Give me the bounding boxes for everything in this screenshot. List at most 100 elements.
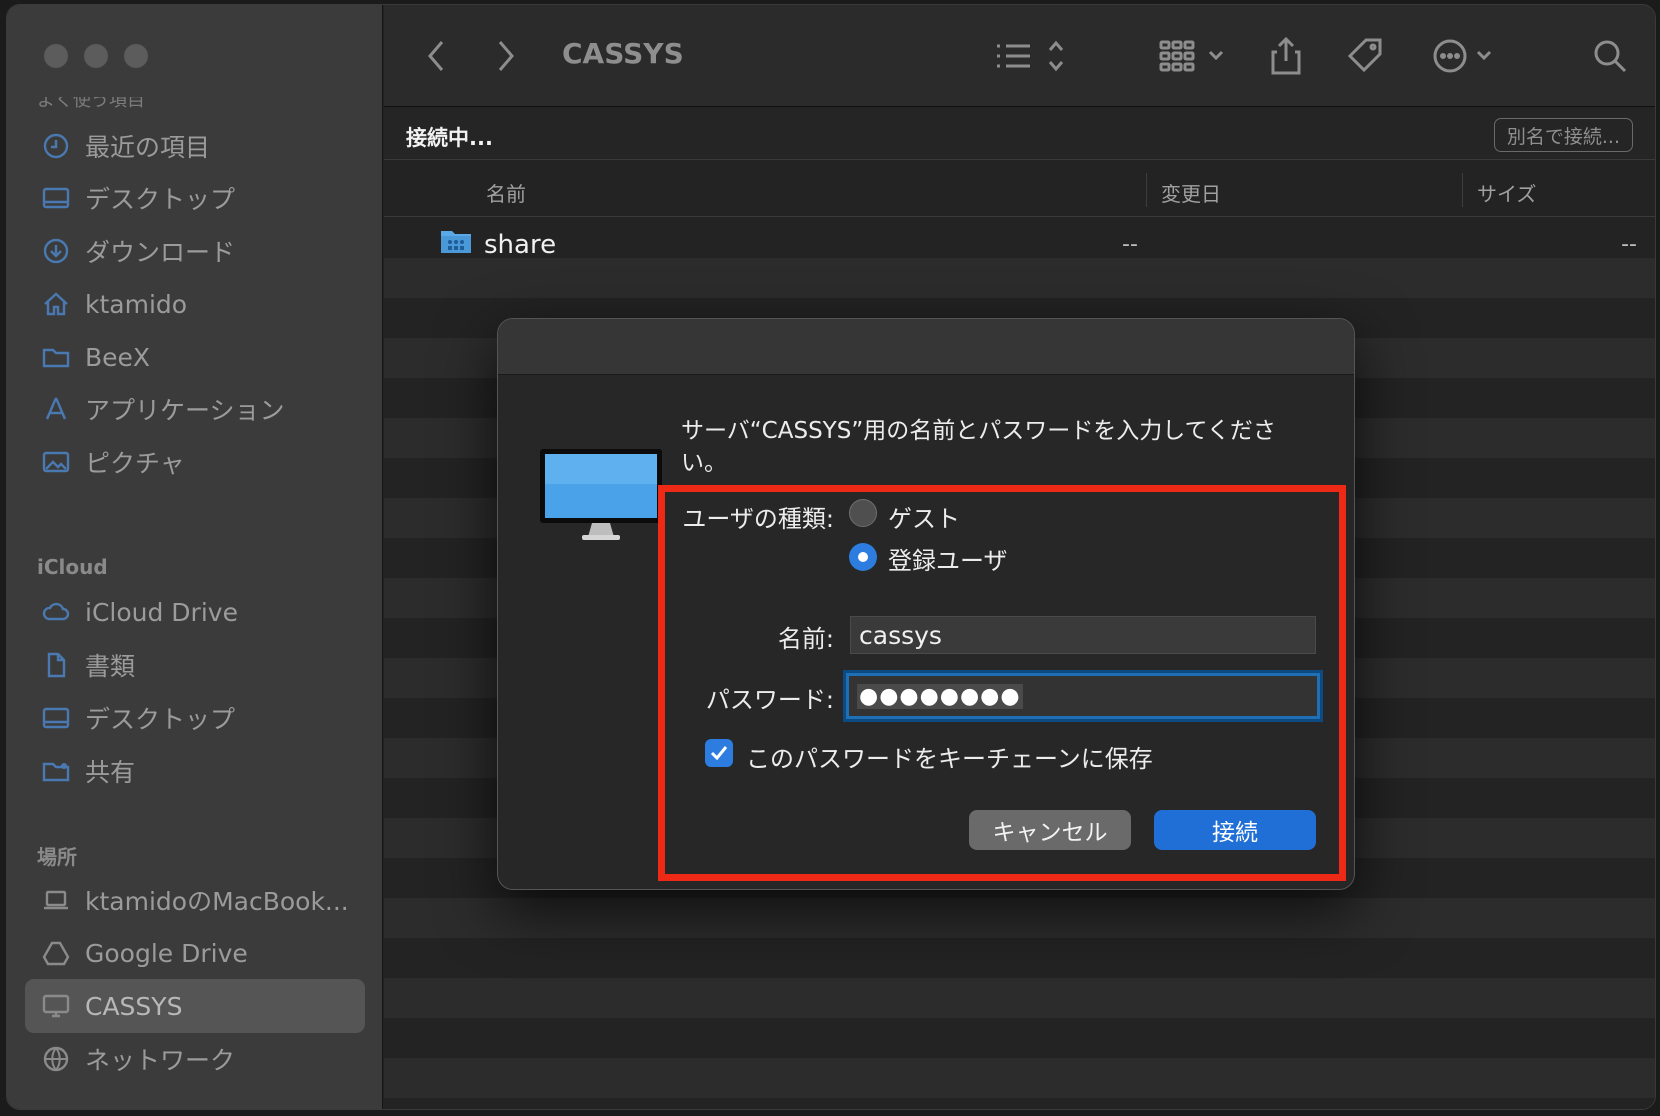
sidebar-item-label: ktamidoのMacBook...	[85, 887, 349, 916]
globe-icon	[39, 1044, 73, 1074]
minimize-window-button[interactable]	[84, 44, 108, 68]
keychain-checkbox-label: このパスワードをキーチェーンに保存	[746, 745, 1153, 773]
search-button[interactable]	[1590, 33, 1630, 79]
sidebar-item-label: 最近の項目	[85, 133, 211, 162]
sidebar-item-recents[interactable]: 最近の項目	[25, 119, 365, 173]
sidebar-item-macbook[interactable]: ktamidoのMacBook...	[25, 873, 365, 927]
tag-icon	[1347, 38, 1382, 73]
table-row[interactable]: share -- --	[384, 218, 1655, 268]
sidebar-item-icloud-desktop[interactable]: デスクトップ	[25, 691, 365, 745]
sidebar-item-shared[interactable]: 共有	[25, 744, 365, 798]
download-icon	[39, 236, 73, 266]
cancel-button[interactable]: キャンセル	[969, 810, 1131, 850]
drive-icon	[39, 938, 73, 968]
connect-as-button[interactable]: 別名で接続...	[1493, 118, 1633, 152]
guest-radio[interactable]	[849, 499, 877, 527]
sidebar-item-downloads[interactable]: ダウンロード	[25, 224, 365, 278]
sidebar-item-label: アプリケーション	[85, 396, 285, 425]
connection-status: 接続中...	[406, 126, 493, 150]
sidebar-item-label: ネットワーク	[85, 1046, 236, 1075]
sidebar-item-network[interactable]: ネットワーク	[25, 1032, 365, 1086]
keychain-checkbox[interactable]	[705, 739, 733, 767]
cloud-icon	[39, 597, 73, 627]
sidebar-item-label: BeeX	[85, 342, 151, 372]
group-button[interactable]	[1158, 33, 1228, 79]
laptop-icon	[39, 885, 73, 915]
chevron-left-icon	[428, 41, 444, 71]
sidebar-item-documents[interactable]: 書類	[25, 638, 365, 692]
desktop-icon	[39, 703, 73, 733]
registered-user-radio-label: 登録ユーザ	[888, 547, 1008, 575]
close-window-button[interactable]	[44, 44, 68, 68]
monitor-icon	[538, 447, 666, 551]
column-divider[interactable]	[1146, 173, 1147, 207]
password-field[interactable]: ●●●●●●●●	[843, 670, 1323, 722]
column-modified[interactable]: 変更日	[1161, 178, 1221, 207]
sidebar-item-desktop[interactable]: デスクトップ	[25, 171, 365, 225]
toolbar: CASSYS	[384, 5, 1655, 107]
grid-icon	[1159, 40, 1224, 72]
action-menu-button[interactable]	[1432, 33, 1502, 79]
password-label: パスワード:	[705, 686, 834, 714]
folder-icon	[39, 342, 73, 372]
dialog-titlebar	[498, 319, 1354, 375]
view-options-button[interactable]	[994, 33, 1070, 79]
connection-status-bar: 接続中... 別名で接続...	[384, 108, 1655, 160]
dialog-message: サーバ“CASSYS”用の名前とパスワードを入力してください。	[681, 418, 1276, 476]
forward-button[interactable]	[488, 33, 524, 79]
sidebar-item-cassys[interactable]: CASSYS	[25, 979, 365, 1033]
sidebar-item-home[interactable]: ktamido	[25, 277, 365, 331]
search-icon	[1594, 40, 1627, 73]
sidebar-item-icloud-drive[interactable]: iCloud Drive	[25, 585, 365, 639]
chevron-right-icon	[498, 41, 514, 71]
clock-icon	[39, 131, 73, 161]
sidebar-item-applications[interactable]: アプリケーション	[25, 382, 365, 436]
server-icon	[39, 991, 73, 1021]
document-icon	[39, 650, 73, 680]
sidebar-item-pictures[interactable]: ピクチャ	[25, 435, 365, 489]
connect-button[interactable]: 接続	[1154, 810, 1316, 850]
sidebar: よく使う項目 最近の項目 デスクトップ ダウンロード ktamido BeeX …	[7, 5, 383, 1109]
name-label: 名前:	[777, 625, 834, 653]
sidebar-section-locations-title: 場所	[37, 845, 77, 869]
column-size[interactable]: サイズ	[1477, 178, 1536, 207]
sidebar-section-favorites-title: よく使う項目	[37, 97, 145, 111]
sidebar-item-label: 共有	[85, 758, 136, 787]
sidebar-item-label: デスクトップ	[85, 185, 236, 214]
file-name: share	[484, 230, 557, 260]
tag-button[interactable]	[1346, 33, 1386, 79]
login-dialog: サーバ“CASSYS”用の名前とパスワードを入力してください。 ユーザの種類: …	[497, 318, 1355, 890]
registered-user-radio[interactable]	[849, 543, 877, 571]
sidebar-item-label: Google Drive	[85, 938, 248, 968]
share-icon	[1271, 36, 1301, 75]
back-button[interactable]	[418, 33, 454, 79]
sidebar-section-icloud-title: iCloud	[37, 555, 108, 579]
checkmark-icon	[710, 746, 728, 761]
window-title: CASSYS	[562, 37, 684, 70]
window-controls	[44, 44, 148, 68]
more-icon	[1433, 39, 1492, 73]
name-field-value: cassys	[859, 620, 942, 650]
zoom-window-button[interactable]	[124, 44, 148, 68]
sidebar-item-beex[interactable]: BeeX	[25, 330, 365, 384]
sidebar-item-label: ktamido	[85, 289, 188, 319]
share-button[interactable]	[1268, 33, 1304, 79]
guest-radio-label: ゲスト	[888, 505, 960, 533]
file-size: --	[1621, 232, 1637, 257]
home-icon	[39, 289, 73, 319]
sidebar-item-label: ピクチャ	[85, 449, 185, 478]
password-field-value: ●●●●●●●●	[857, 683, 1023, 709]
sidebar-item-label: iCloud Drive	[85, 597, 238, 627]
column-divider[interactable]	[1462, 173, 1463, 207]
pictures-icon	[39, 447, 73, 477]
sidebar-item-google-drive[interactable]: Google Drive	[25, 926, 365, 980]
sidebar-item-label: 書類	[85, 652, 136, 681]
name-field[interactable]: cassys	[850, 616, 1316, 654]
list-view-icon	[997, 40, 1064, 72]
shared-folder-icon	[39, 756, 73, 786]
desktop-icon	[39, 183, 73, 213]
shared-folder-icon	[440, 228, 472, 258]
column-name[interactable]: 名前	[486, 178, 526, 207]
column-header: 名前 変更日 サイズ	[384, 161, 1655, 217]
user-type-label: ユーザの種類:	[682, 505, 834, 533]
